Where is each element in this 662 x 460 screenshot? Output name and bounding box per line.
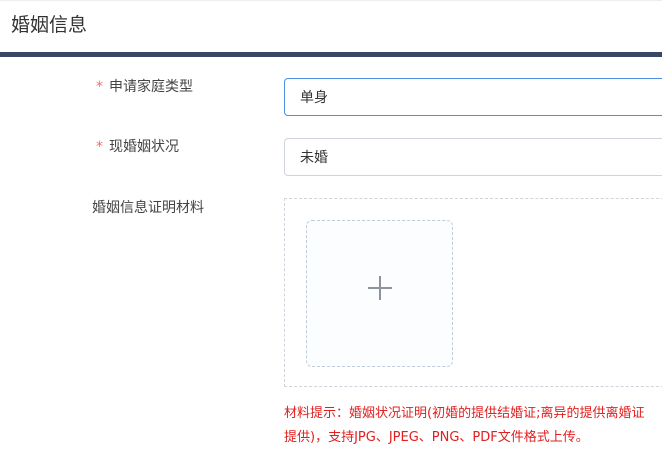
- marital-status-label: * 现婚姻状况: [96, 137, 179, 157]
- required-mark: *: [96, 139, 103, 155]
- proof-materials-label: 婚姻信息证明材料: [92, 200, 204, 216]
- family-type-select[interactable]: 单身: [284, 78, 662, 116]
- upload-button[interactable]: [306, 220, 453, 367]
- materials-hint-line-1: 材料提示：婚姻状况证明(初婚的提供结婚证;离异的提供离婚证: [284, 406, 645, 421]
- upload-area: [284, 198, 662, 387]
- marriage-info-page: 婚姻信息 * 申请家庭类型 单身 * 现婚姻状况 未婚 婚姻信息证明材料 材料提示：…: [0, 0, 662, 460]
- marital-status-select[interactable]: 未婚: [284, 138, 662, 176]
- materials-hint: 材料提示：婚姻状况证明(初婚的提供结婚证;离异的提供离婚证 提供)，支持JPG、…: [284, 402, 662, 450]
- marital-status-value: 未婚: [300, 150, 328, 166]
- header-divider-bar: [0, 52, 662, 57]
- plus-icon: [368, 276, 392, 300]
- section-title: 婚姻信息: [11, 14, 88, 36]
- family-type-label-text: 申请家庭类型: [109, 79, 193, 95]
- marital-status-label-text: 现婚姻状况: [109, 139, 179, 155]
- required-mark: *: [96, 79, 103, 95]
- materials-hint-line-2: 提供)，支持JPG、JPEG、PNG、PDF文件格式上传。: [284, 430, 589, 445]
- family-type-value: 单身: [300, 90, 328, 106]
- family-type-label: * 申请家庭类型: [96, 77, 193, 97]
- section-header: 婚姻信息: [0, 0, 662, 47]
